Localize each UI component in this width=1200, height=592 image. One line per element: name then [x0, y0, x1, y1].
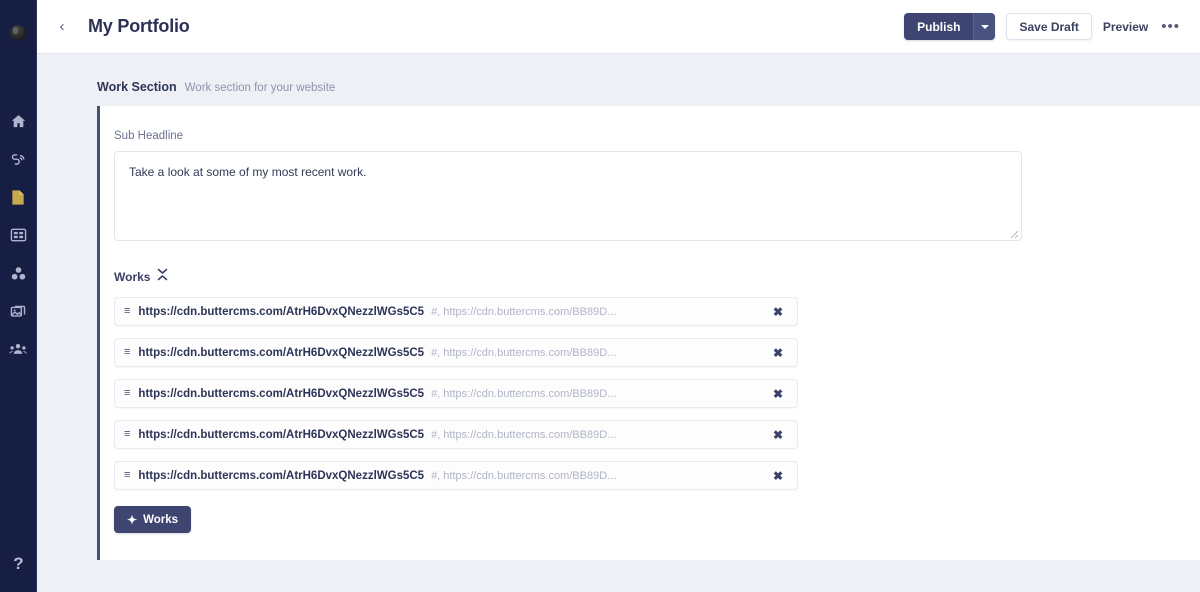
- sidebar-nav: [0, 102, 37, 368]
- section-header: Work Section Work section for your websi…: [37, 54, 1200, 106]
- avatar[interactable]: [7, 22, 29, 44]
- topbar-actions: Publish Save Draft Preview •••: [904, 13, 1180, 40]
- collections-icon: [10, 227, 27, 243]
- work-row-meta: #, https://cdn.buttercms.com/BB89D...: [431, 469, 617, 482]
- page-title: My Portfolio: [88, 16, 190, 36]
- pages-icon: [10, 189, 26, 206]
- works-label: Works: [114, 270, 151, 284]
- work-section-card: Sub Headline Works: [97, 106, 1200, 560]
- topbar: ‹ My Portfolio Publish Save Draft Previe…: [37, 0, 1200, 54]
- subheadline-label: Sub Headline: [114, 130, 184, 142]
- sidebar-item-home[interactable]: [0, 102, 37, 140]
- work-row[interactable]: ≡ https://cdn.buttercms.com/AtrH6DvxQNez…: [114, 297, 798, 326]
- work-row[interactable]: ≡ https://cdn.buttercms.com/AtrH6DvxQNez…: [114, 338, 798, 367]
- remove-work-icon[interactable]: ✖: [769, 345, 787, 361]
- publish-button-group: Publish: [904, 13, 996, 40]
- drag-handle-icon[interactable]: ≡: [124, 470, 130, 481]
- add-works-button[interactable]: ✦ Works: [114, 506, 192, 533]
- main-area: ‹ My Portfolio Publish Save Draft Previe…: [37, 0, 1200, 592]
- sidebar-item-team[interactable]: [0, 330, 37, 368]
- add-works-label: Works: [143, 513, 179, 526]
- team-icon: [9, 341, 27, 357]
- works-header: Works: [114, 268, 1200, 286]
- collapse-expand-icon[interactable]: [157, 268, 168, 286]
- work-row[interactable]: ≡ https://cdn.buttercms.com/AtrH6DvxQNez…: [114, 420, 798, 449]
- drag-handle-icon[interactable]: ≡: [124, 306, 130, 317]
- section-subtitle: Work section for your website: [184, 82, 336, 94]
- work-row-meta: #, https://cdn.buttercms.com/BB89D...: [431, 387, 617, 400]
- works-list: ≡ https://cdn.buttercms.com/AtrH6DvxQNez…: [114, 297, 1200, 490]
- components-icon: [10, 265, 27, 282]
- sidebar-item-components[interactable]: [0, 254, 37, 292]
- save-draft-button[interactable]: Save Draft: [1006, 13, 1092, 40]
- work-row-url: https://cdn.buttercms.com/AtrH6DvxQNezzl…: [138, 346, 425, 359]
- chevron-left-icon: ‹: [59, 18, 65, 35]
- content-scroll: Sub Headline Works: [37, 106, 1200, 592]
- avatar-image: [10, 25, 26, 41]
- subheadline-wrapper: [114, 151, 1022, 241]
- remove-work-icon[interactable]: ✖: [769, 468, 787, 484]
- work-row-url: https://cdn.buttercms.com/AtrH6DvxQNezzl…: [138, 305, 425, 318]
- plus-icon: ✦: [127, 512, 138, 527]
- sidebar-item-collections[interactable]: [0, 216, 37, 254]
- publish-button[interactable]: Publish: [904, 13, 974, 40]
- sidebar-item-pages[interactable]: [0, 178, 37, 216]
- sidebar-item-blog[interactable]: [0, 140, 37, 178]
- drag-handle-icon[interactable]: ≡: [124, 429, 130, 440]
- sidebar-item-media[interactable]: [0, 292, 37, 330]
- chevron-down-icon: [980, 24, 989, 29]
- remove-work-icon[interactable]: ✖: [769, 386, 787, 402]
- work-row-meta: #, https://cdn.buttercms.com/BB89D...: [431, 428, 617, 441]
- back-button[interactable]: ‹: [49, 14, 75, 40]
- media-icon: [10, 303, 27, 319]
- more-options-button[interactable]: •••: [1159, 13, 1180, 40]
- remove-work-icon[interactable]: ✖: [769, 304, 787, 320]
- help-button[interactable]: ?: [0, 555, 37, 572]
- work-row-meta: #, https://cdn.buttercms.com/BB89D...: [431, 305, 617, 318]
- work-row-url: https://cdn.buttercms.com/AtrH6DvxQNezzl…: [138, 387, 425, 400]
- work-row-url: https://cdn.buttercms.com/AtrH6DvxQNezzl…: [138, 428, 425, 441]
- work-row[interactable]: ≡ https://cdn.buttercms.com/AtrH6DvxQNez…: [114, 461, 798, 490]
- subheadline-input[interactable]: [114, 151, 1022, 241]
- publish-dropdown-toggle[interactable]: [973, 13, 996, 40]
- work-row[interactable]: ≡ https://cdn.buttercms.com/AtrH6DvxQNez…: [114, 379, 798, 408]
- work-row-meta: #, https://cdn.buttercms.com/BB89D...: [431, 346, 617, 359]
- preview-button[interactable]: Preview: [1103, 13, 1148, 40]
- drag-handle-icon[interactable]: ≡: [124, 347, 130, 358]
- drag-handle-icon[interactable]: ≡: [124, 388, 130, 399]
- work-row-url: https://cdn.buttercms.com/AtrH6DvxQNezzl…: [138, 469, 425, 482]
- section-title: Work Section: [97, 80, 177, 94]
- home-icon: [10, 113, 27, 130]
- help-icon: ?: [13, 554, 24, 573]
- blog-icon: [10, 151, 27, 168]
- sidebar: ?: [0, 0, 37, 592]
- remove-work-icon[interactable]: ✖: [769, 427, 787, 443]
